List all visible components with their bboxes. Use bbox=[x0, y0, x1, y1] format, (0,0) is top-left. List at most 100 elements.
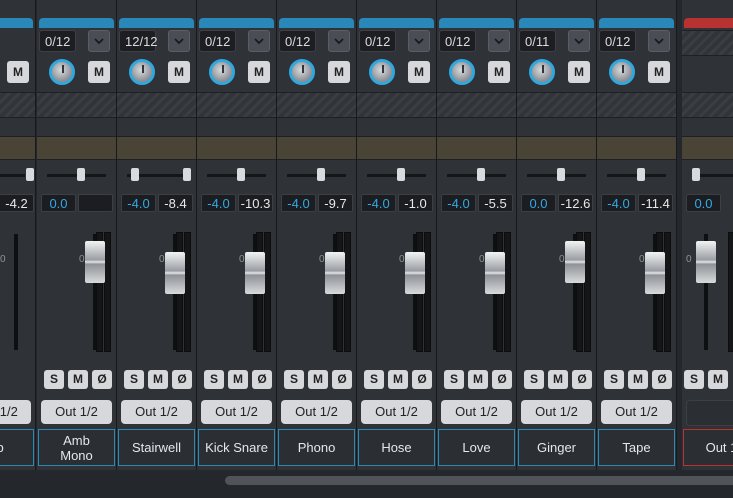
bus-select[interactable]: 12/12 bbox=[119, 30, 158, 52]
pan-handle[interactable] bbox=[183, 168, 191, 181]
bus-select[interactable]: 0/11 bbox=[519, 30, 556, 52]
chevron-down-icon[interactable] bbox=[328, 30, 350, 52]
volume-fader[interactable] bbox=[325, 252, 345, 294]
horizontal-scrollbar[interactable] bbox=[225, 476, 733, 485]
pan-slider[interactable] bbox=[123, 163, 191, 189]
output-select[interactable]: Out 1/2 bbox=[0, 400, 31, 424]
insert-slot[interactable] bbox=[682, 136, 733, 160]
solo-button[interactable]: S bbox=[204, 370, 224, 389]
bus-select[interactable]: 0/12 bbox=[439, 30, 476, 52]
level-readout[interactable]: -4.2 bbox=[0, 194, 34, 212]
pan-readout[interactable]: -4.0 bbox=[441, 194, 476, 212]
phase-button[interactable]: Ø bbox=[652, 370, 672, 389]
volume-fader[interactable] bbox=[696, 241, 716, 283]
volume-fader[interactable] bbox=[405, 252, 425, 294]
volume-fader[interactable] bbox=[565, 241, 585, 283]
pan-handle[interactable] bbox=[557, 168, 565, 181]
empty-insert-slot[interactable] bbox=[37, 92, 116, 118]
solo-button[interactable]: S bbox=[124, 370, 144, 389]
pan-readout[interactable]: -4.0 bbox=[281, 194, 316, 212]
insert-slot[interactable] bbox=[357, 136, 436, 160]
channel-name[interactable]: Ginger bbox=[518, 429, 595, 466]
insert-slot[interactable] bbox=[117, 136, 196, 160]
mute-button[interactable]: M bbox=[148, 370, 168, 389]
monitor-button[interactable]: M bbox=[648, 61, 670, 83]
pan-handle[interactable] bbox=[26, 168, 34, 181]
pan-readout[interactable]: -4.0 bbox=[601, 194, 636, 212]
output-select[interactable] bbox=[686, 400, 733, 426]
empty-insert-slot[interactable] bbox=[517, 92, 596, 118]
output-select[interactable]: Out 1/2 bbox=[41, 400, 112, 424]
monitor-button[interactable]: M bbox=[7, 61, 29, 83]
pan-slider[interactable] bbox=[363, 163, 430, 189]
bus-select[interactable]: 0/12 bbox=[39, 30, 76, 52]
channel-name[interactable]: Amb Mono bbox=[38, 429, 115, 466]
mute-button[interactable]: M bbox=[308, 370, 328, 389]
pan-handle[interactable] bbox=[77, 168, 85, 181]
level-readout[interactable]: -11.4 bbox=[638, 194, 673, 212]
monitor-button[interactable]: M bbox=[88, 61, 110, 83]
pan-handle[interactable] bbox=[317, 168, 325, 181]
empty-insert-slot[interactable] bbox=[0, 92, 35, 118]
mute-button[interactable]: M bbox=[708, 370, 728, 389]
phase-button[interactable]: Ø bbox=[412, 370, 432, 389]
insert-slot[interactable] bbox=[37, 136, 116, 160]
level-readout[interactable]: -1.0 bbox=[398, 194, 433, 212]
empty-insert-slot[interactable] bbox=[117, 92, 196, 118]
mute-button[interactable]: M bbox=[68, 370, 88, 389]
insert-slot[interactable] bbox=[597, 136, 676, 160]
pan-slider[interactable] bbox=[523, 163, 590, 189]
level-readout[interactable]: -10.3 bbox=[238, 194, 273, 212]
insert-slot[interactable] bbox=[197, 136, 276, 160]
monitor-button[interactable]: M bbox=[568, 61, 590, 83]
mute-button[interactable]: M bbox=[548, 370, 568, 389]
chevron-down-icon[interactable] bbox=[648, 30, 670, 52]
monitor-button[interactable]: M bbox=[248, 61, 270, 83]
empty-insert-slot[interactable] bbox=[357, 92, 436, 118]
volume-fader[interactable] bbox=[165, 252, 185, 294]
bus-select[interactable]: 0/12 bbox=[279, 30, 316, 52]
monitor-button[interactable]: M bbox=[168, 61, 190, 83]
level-readout[interactable]: -12.6 bbox=[558, 194, 593, 212]
monitor-button[interactable]: M bbox=[488, 61, 510, 83]
empty-slot[interactable] bbox=[682, 30, 733, 56]
level-readout[interactable] bbox=[78, 194, 113, 212]
solo-button[interactable]: S bbox=[284, 370, 304, 389]
solo-button[interactable]: S bbox=[684, 370, 704, 389]
insert-slot[interactable] bbox=[517, 136, 596, 160]
monitor-button[interactable]: M bbox=[408, 61, 430, 83]
channel-name[interactable]: Kick Snare bbox=[198, 429, 275, 466]
channel-name[interactable]: Stairwell bbox=[118, 429, 195, 466]
output-select[interactable]: Out 1/2 bbox=[121, 400, 192, 424]
empty-insert-slot[interactable] bbox=[277, 92, 356, 118]
empty-insert-slot[interactable] bbox=[197, 92, 276, 118]
volume-fader[interactable] bbox=[245, 252, 265, 294]
empty-insert-slot[interactable] bbox=[437, 92, 516, 118]
level-readout[interactable]: -5.5 bbox=[478, 194, 513, 212]
pan-slider[interactable] bbox=[688, 163, 733, 189]
pan-readout[interactable]: 0.0 bbox=[686, 194, 721, 212]
pan-handle[interactable] bbox=[637, 168, 645, 181]
pan-handle[interactable] bbox=[692, 168, 700, 181]
chevron-down-icon[interactable] bbox=[88, 30, 110, 52]
empty-insert-slot[interactable] bbox=[597, 92, 676, 118]
mute-button[interactable]: M bbox=[228, 370, 248, 389]
bus-select[interactable]: 0/12 bbox=[199, 30, 236, 52]
mute-button[interactable]: M bbox=[628, 370, 648, 389]
pan-slider[interactable] bbox=[203, 163, 270, 189]
output-select[interactable]: Out 1/2 bbox=[201, 400, 272, 424]
phase-button[interactable]: Ø bbox=[92, 370, 112, 389]
channel-name[interactable]: Tape bbox=[598, 429, 675, 466]
channel-name[interactable]: Hose bbox=[358, 429, 435, 466]
send-knob[interactable] bbox=[449, 59, 475, 85]
volume-fader[interactable] bbox=[485, 252, 505, 294]
insert-slot[interactable] bbox=[437, 136, 516, 160]
pan-slider[interactable] bbox=[443, 163, 510, 189]
pan-slider[interactable] bbox=[0, 163, 34, 189]
pan-handle[interactable] bbox=[477, 168, 485, 181]
phase-button[interactable]: Ø bbox=[252, 370, 272, 389]
channel-name[interactable]: ab bbox=[0, 429, 34, 466]
level-readout[interactable]: -9.7 bbox=[318, 194, 353, 212]
output-select[interactable]: Out 1/2 bbox=[521, 400, 592, 424]
level-readout[interactable]: -8.4 bbox=[158, 194, 193, 212]
